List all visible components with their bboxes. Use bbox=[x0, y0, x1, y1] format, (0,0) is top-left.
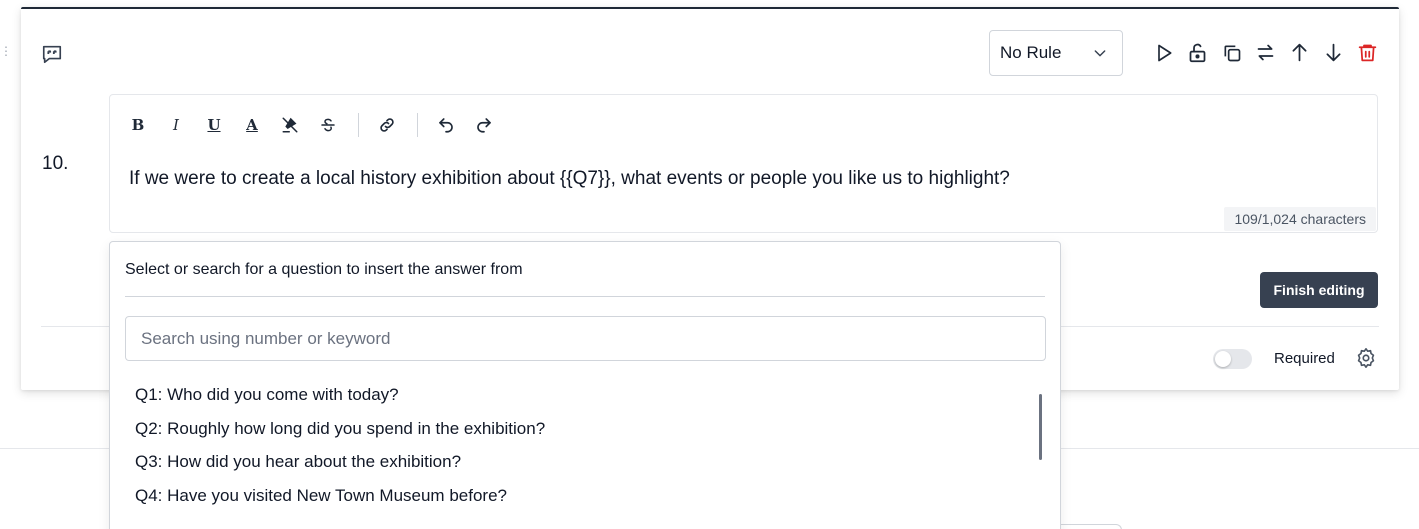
required-label: Required bbox=[1274, 350, 1335, 367]
question-number: 10. bbox=[42, 153, 69, 174]
quote-question-type-icon bbox=[41, 43, 63, 65]
unlock-icon[interactable] bbox=[1186, 41, 1209, 64]
arrow-down-icon[interactable] bbox=[1322, 41, 1345, 64]
play-icon[interactable] bbox=[1152, 41, 1175, 64]
bold-button[interactable]: B bbox=[128, 115, 148, 135]
question-search-input[interactable] bbox=[125, 316, 1046, 361]
highlight-off-icon[interactable] bbox=[280, 115, 300, 135]
arrow-up-icon[interactable] bbox=[1288, 41, 1311, 64]
rule-select[interactable]: No Rule bbox=[989, 30, 1123, 76]
strikethrough-icon[interactable] bbox=[318, 115, 338, 135]
formatting-toolbar: B I U A bbox=[128, 113, 512, 137]
redo-icon[interactable] bbox=[474, 115, 494, 135]
link-icon[interactable] bbox=[377, 115, 397, 135]
required-toggle[interactable] bbox=[1213, 349, 1252, 369]
character-count: 109/1,024 characters bbox=[1224, 207, 1376, 231]
list-item[interactable]: Q2: Roughly how long did you spend in th… bbox=[135, 417, 545, 451]
toolbar-separator bbox=[417, 113, 418, 137]
popup-divider bbox=[125, 296, 1045, 297]
list-item[interactable]: Q1: Who did you come with today? bbox=[135, 383, 545, 417]
italic-button[interactable]: I bbox=[166, 115, 186, 135]
toolbar-separator bbox=[358, 113, 359, 137]
toggle-knob bbox=[1215, 351, 1231, 367]
question-list: Q1: Who did you come with today? Q2: Rou… bbox=[135, 383, 545, 518]
scrollbar[interactable] bbox=[1039, 394, 1042, 460]
rule-select-value: No Rule bbox=[1000, 43, 1062, 62]
finish-editing-button[interactable]: Finish editing bbox=[1260, 272, 1378, 308]
text-color-button[interactable]: A bbox=[242, 115, 262, 135]
question-editor[interactable]: B I U A If we were to create a local his… bbox=[109, 94, 1378, 233]
drag-handle-icon[interactable]: ⋮ bbox=[0, 44, 12, 58]
underline-button[interactable]: U bbox=[204, 115, 224, 135]
copy-icon[interactable] bbox=[1220, 41, 1243, 64]
popup-title: Select or search for a question to inser… bbox=[125, 261, 523, 278]
undo-icon[interactable] bbox=[436, 115, 456, 135]
question-actions bbox=[1152, 41, 1379, 64]
trash-icon[interactable] bbox=[1356, 41, 1379, 64]
chevron-down-icon bbox=[1092, 45, 1108, 61]
list-item[interactable]: Q3: How did you hear about the exhibitio… bbox=[135, 450, 545, 484]
question-text[interactable]: If we were to create a local history exh… bbox=[129, 168, 1010, 190]
list-item[interactable]: Q4: Have you visited New Town Museum bef… bbox=[135, 484, 545, 518]
gear-icon[interactable] bbox=[1355, 347, 1377, 369]
swap-icon[interactable] bbox=[1254, 41, 1277, 64]
insert-answer-popup: Select or search for a question to inser… bbox=[109, 241, 1061, 529]
